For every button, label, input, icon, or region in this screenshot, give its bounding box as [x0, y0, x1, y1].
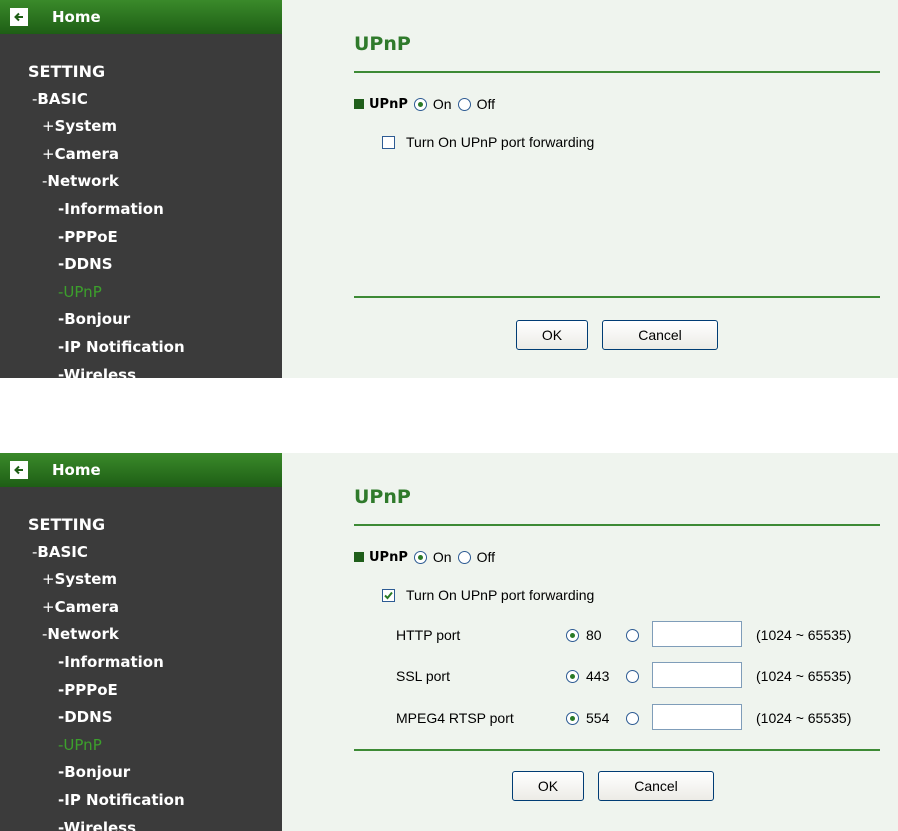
page-title: UPnP [354, 486, 411, 508]
content-area: UPnP UPnP On Off Turn On UPnP port forwa… [282, 453, 898, 831]
custom-port-radio[interactable] [626, 704, 645, 732]
nav-menu: SETTING -BASIC +System +Camera -Network … [0, 58, 185, 378]
upnp-toggle-row: UPnP On Off [354, 549, 501, 565]
nav-wireless[interactable]: -Wireless [0, 815, 185, 831]
nav-bonjour[interactable]: -Bonjour [0, 306, 185, 334]
upnp-off-radio[interactable] [457, 97, 471, 111]
footer-divider [354, 296, 880, 298]
nav-upnp[interactable]: -UPnP [0, 732, 185, 760]
nav-system[interactable]: +System [0, 566, 185, 594]
upnp-off-label: Off [476, 549, 495, 565]
custom-port-input[interactable] [652, 662, 742, 688]
back-arrow-icon [10, 8, 28, 26]
ok-button[interactable]: OK [516, 320, 588, 350]
ok-button[interactable]: OK [512, 771, 584, 801]
upnp-on-radio[interactable] [413, 97, 427, 111]
upnp-panel-2: Home SETTING -BASIC +System +Camera -Net… [0, 453, 898, 831]
custom-port-input[interactable] [652, 621, 742, 647]
port-name: HTTP port [396, 627, 461, 643]
sidebar: Home SETTING -BASIC +System +Camera -Net… [0, 0, 282, 378]
nav-camera[interactable]: +Camera [0, 141, 185, 169]
nav-pppoe[interactable]: -PPPoE [0, 677, 185, 705]
nav-ddns[interactable]: -DDNS [0, 251, 185, 279]
default-port-radio[interactable] [566, 621, 585, 649]
nav-menu: SETTING -BASIC +System +Camera -Network … [0, 511, 185, 831]
page-title: UPnP [354, 33, 411, 55]
title-divider [354, 524, 880, 526]
upnp-label: UPnP [369, 549, 408, 565]
nav-information[interactable]: -Information [0, 196, 185, 224]
nav-upnp[interactable]: -UPnP [0, 279, 185, 307]
upnp-toggle-row: UPnP On Off [354, 96, 501, 112]
section-bullet-icon [354, 552, 364, 562]
port-row-rtsp: MPEG4 RTSP port 554 (1024 ~ 65535) [396, 704, 898, 732]
nav-ip-notification[interactable]: -IP Notification [0, 334, 185, 362]
port-range-hint: (1024 ~ 65535) [756, 710, 852, 726]
port-forwarding-checkbox[interactable] [382, 135, 395, 149]
nav-basic[interactable]: -BASIC [0, 86, 185, 114]
cancel-button[interactable]: Cancel [598, 771, 714, 801]
upnp-on-label: On [432, 549, 452, 565]
content-area: UPnP UPnP On Off Turn On UPnP port forwa… [282, 0, 898, 378]
port-forwarding-row: Turn On UPnP port forwarding [382, 134, 594, 150]
port-forwarding-checkbox[interactable] [382, 588, 395, 602]
nav-information[interactable]: -Information [0, 649, 185, 677]
nav-pppoe[interactable]: -PPPoE [0, 224, 185, 252]
upnp-on-radio[interactable] [413, 550, 427, 564]
footer-divider [354, 749, 880, 751]
port-row-http: HTTP port 80 (1024 ~ 65535) [396, 621, 898, 649]
upnp-off-radio[interactable] [457, 550, 471, 564]
default-port-radio[interactable] [566, 704, 585, 732]
custom-port-radio[interactable] [626, 621, 645, 649]
section-bullet-icon [354, 99, 364, 109]
port-row-ssl: SSL port 443 (1024 ~ 65535) [396, 662, 898, 690]
nav-wireless[interactable]: -Wireless [0, 362, 185, 378]
nav-ddns[interactable]: -DDNS [0, 704, 185, 732]
port-range-hint: (1024 ~ 65535) [756, 668, 852, 684]
back-arrow-icon [10, 461, 28, 479]
nav-network[interactable]: -Network [0, 621, 185, 649]
sidebar: Home SETTING -BASIC +System +Camera -Net… [0, 453, 282, 831]
nav-system[interactable]: +System [0, 113, 185, 141]
port-forwarding-row: Turn On UPnP port forwarding [382, 587, 594, 603]
nav-setting: SETTING [28, 515, 106, 534]
home-button[interactable]: Home [0, 453, 282, 487]
upnp-off-label: Off [476, 96, 495, 112]
custom-port-input[interactable] [652, 704, 742, 730]
checkmark-icon [384, 591, 393, 599]
port-forwarding-label: Turn On UPnP port forwarding [406, 587, 595, 603]
upnp-on-label: On [432, 96, 452, 112]
upnp-label: UPnP [369, 96, 408, 112]
cancel-button[interactable]: Cancel [602, 320, 718, 350]
port-range-hint: (1024 ~ 65535) [756, 627, 852, 643]
nav-basic[interactable]: -BASIC [0, 539, 185, 567]
nav-network[interactable]: -Network [0, 168, 185, 196]
nav-ip-notification[interactable]: -IP Notification [0, 787, 185, 815]
nav-camera[interactable]: +Camera [0, 594, 185, 622]
nav-setting: SETTING [28, 62, 106, 81]
title-divider [354, 71, 880, 73]
default-port-value: 554 [586, 710, 610, 726]
default-port-value: 80 [586, 627, 602, 643]
home-label: Home [52, 8, 101, 26]
nav-bonjour[interactable]: -Bonjour [0, 759, 185, 787]
upnp-panel-1: Home SETTING -BASIC +System +Camera -Net… [0, 0, 898, 378]
home-label: Home [52, 461, 101, 479]
port-name: SSL port [396, 668, 450, 684]
home-button[interactable]: Home [0, 0, 282, 34]
custom-port-radio[interactable] [626, 662, 645, 690]
port-name: MPEG4 RTSP port [396, 710, 514, 726]
port-forwarding-label: Turn On UPnP port forwarding [406, 134, 595, 150]
default-port-radio[interactable] [566, 662, 585, 690]
default-port-value: 443 [586, 668, 610, 684]
